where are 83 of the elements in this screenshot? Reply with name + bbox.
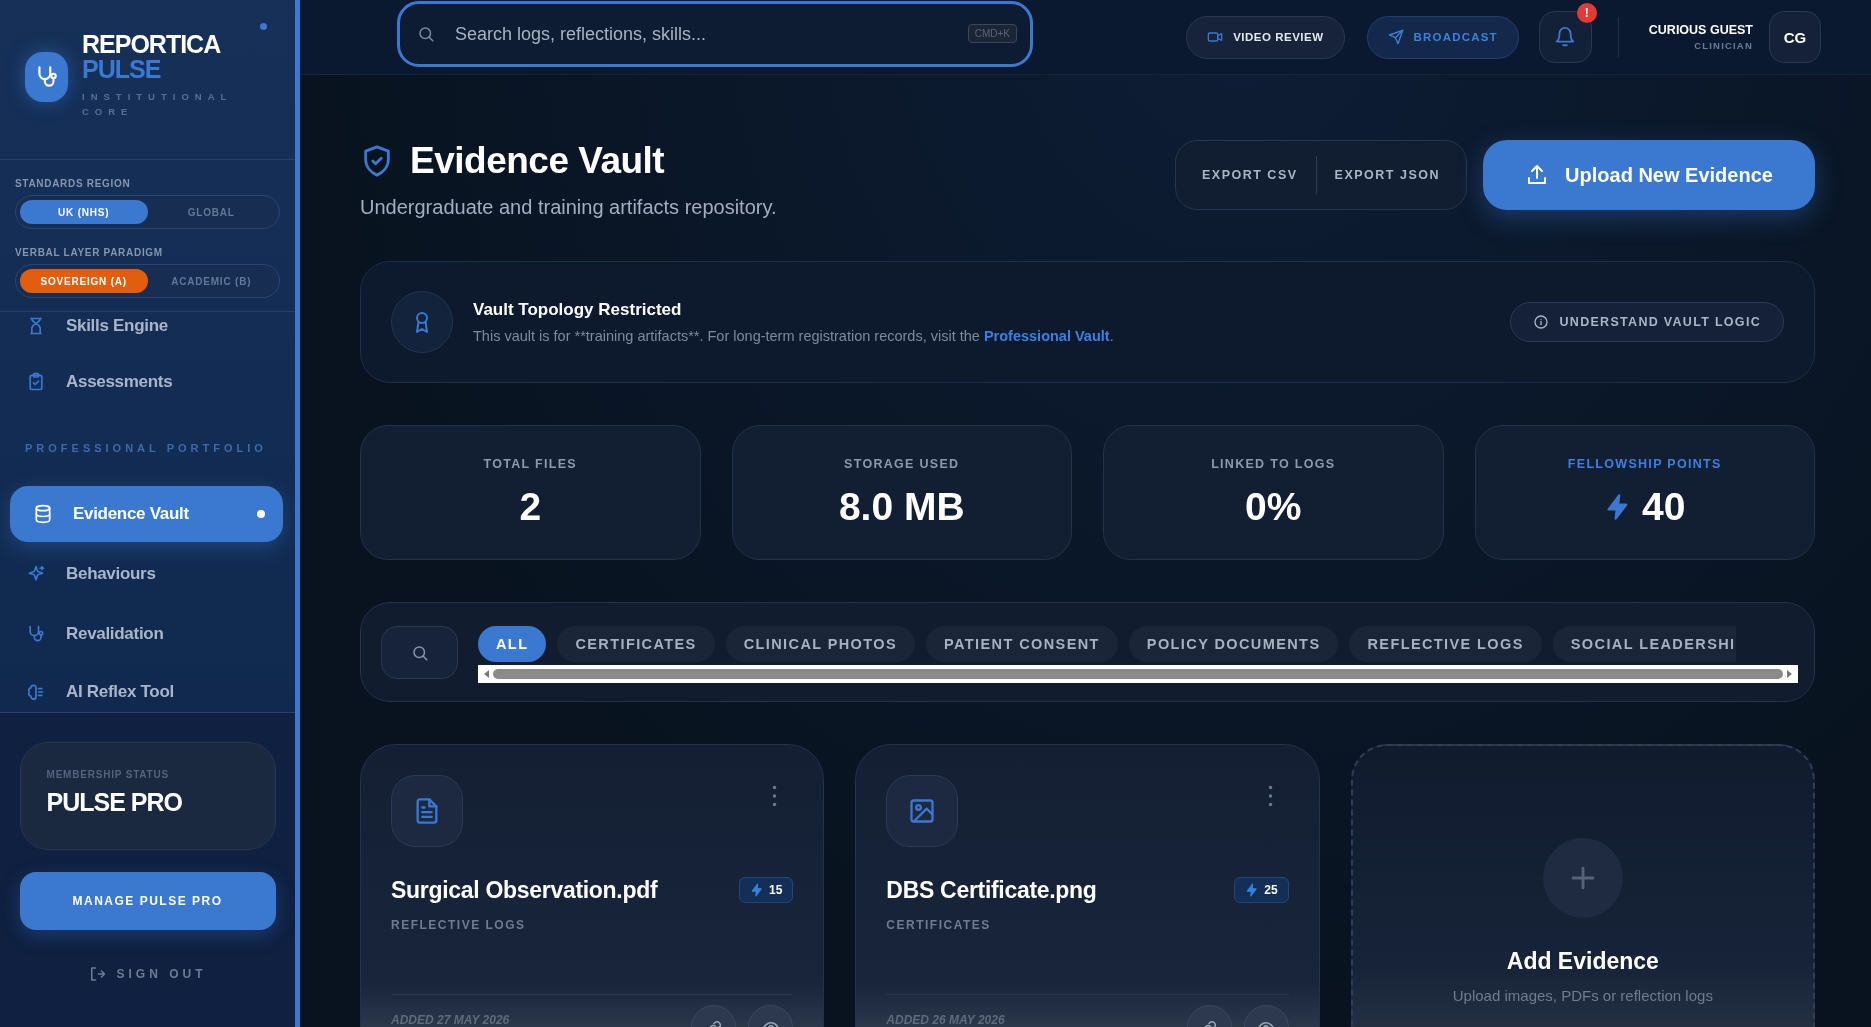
user-role: CLINICIAN xyxy=(1694,40,1753,51)
more-icon[interactable] xyxy=(772,785,778,807)
stat-label: FELLOWSHIP POINTS xyxy=(1567,456,1722,471)
nav-item[interactable]: Revalidation xyxy=(0,604,295,664)
file-category: CERTIFICATES xyxy=(886,918,992,932)
filter-chip[interactable]: POLICY DOCUMENTS xyxy=(1128,626,1339,662)
segment-option[interactable]: SOVEREIGN (A) xyxy=(20,269,148,293)
nav-item[interactable]: Behaviours xyxy=(0,544,295,604)
filter-chip[interactable]: REFLECTIVE LOGS xyxy=(1349,626,1542,662)
stat-value: 0% xyxy=(1245,484,1302,529)
stat-label: STORAGE USED xyxy=(844,456,960,471)
added-date: ADDED 27 MAY 2026 xyxy=(391,1013,510,1027)
bell-icon xyxy=(1554,26,1577,48)
lightning-icon xyxy=(749,883,764,897)
nav-item[interactable]: Skills Engine xyxy=(0,312,295,352)
points-badge: 15 xyxy=(738,877,794,903)
vault-logic-button[interactable]: UNDERSTAND VAULT LOGIC xyxy=(1510,302,1784,342)
nav-item[interactable]: Assessments xyxy=(0,352,295,412)
evidence-card[interactable]: DBS Certificate.png 25 CERTIFICATES ADDED 26 MAY 2026 xyxy=(855,744,1320,1027)
stat-value: 8.0 MB xyxy=(838,484,965,529)
video-review-button[interactable]: VIDEO REVIEW xyxy=(1186,15,1345,59)
sign-out-icon xyxy=(88,965,107,983)
brand-accent: PULSE xyxy=(82,57,162,82)
notifications-button[interactable] xyxy=(1538,11,1592,63)
send-icon xyxy=(1387,29,1404,45)
brand-name: REPORTICA xyxy=(82,32,222,57)
export-button[interactable]: EXPORT CSV xyxy=(1184,155,1316,195)
brand-tagline: INSTITUTIONAL CORE xyxy=(82,90,232,119)
upload-button[interactable]: Upload New Evidence xyxy=(1483,140,1815,210)
added-date: ADDED 26 MAY 2026 xyxy=(886,1013,1005,1027)
stat-label: LINKED TO LOGS xyxy=(1211,456,1336,471)
filter-chip[interactable]: ALL xyxy=(478,626,547,662)
stat-value: 2 xyxy=(519,484,542,529)
search-icon xyxy=(410,643,429,662)
nav-item[interactable]: Evidence Vault xyxy=(10,486,283,542)
toggle-label: VERBAL LAYER PARADIGM xyxy=(15,247,164,258)
add-evidence-title: Add Evidence xyxy=(1506,948,1659,975)
active-dot xyxy=(257,510,265,518)
scrollbar[interactable] xyxy=(478,665,1798,683)
export-button[interactable]: EXPORT JSON xyxy=(1316,155,1458,195)
stethoscope-icon xyxy=(26,624,46,644)
notice-title: Vault Topology Restricted xyxy=(473,300,683,320)
stat-value: 40 xyxy=(1642,484,1686,529)
nav-item[interactable]: AI Reflex Tool xyxy=(0,664,295,706)
sparkle-icon xyxy=(26,564,46,584)
filter-chip[interactable]: PATIENT CONSENT xyxy=(926,626,1118,662)
more-icon[interactable] xyxy=(1267,785,1273,807)
file-name: DBS Certificate.png xyxy=(886,877,1097,904)
page-title: Evidence Vault xyxy=(410,140,665,182)
toggle-label: STANDARDS REGION xyxy=(15,178,132,189)
database-icon xyxy=(33,504,53,524)
membership-label: MEMBERSHIP STATUS xyxy=(46,769,170,780)
file-category: REFLECTIVE LOGS xyxy=(391,918,527,932)
info-icon xyxy=(1533,314,1550,330)
sign-out-button[interactable]: SIGN OUT xyxy=(82,964,213,984)
add-evidence-card[interactable]: Add Evidence Upload images, PDFs or reflection logs xyxy=(1350,744,1815,1027)
filter-chip[interactable]: SOCIAL LEADERSHI xyxy=(1552,626,1736,662)
shortcut-hint: CMD+K xyxy=(967,24,1017,43)
filter-chip[interactable]: CERTIFICATES xyxy=(557,626,715,662)
evidence-card[interactable]: Surgical Observation.pdf 15 REFLECTIVE LOGS ADDED 27 MAY 2026 xyxy=(360,744,825,1027)
status-dot xyxy=(260,23,267,30)
filter-chip[interactable]: CLINICAL PHOTOS xyxy=(725,626,916,662)
section-label: PROFESSIONAL PORTFOLIO xyxy=(24,441,268,456)
lightning-icon xyxy=(1245,883,1260,897)
stat-label: TOTAL FILES xyxy=(483,456,577,471)
segment-option[interactable]: UK (NHS) xyxy=(20,200,148,224)
professional-vault-link[interactable]: Professional Vault xyxy=(983,328,1110,344)
notification-badge: ! xyxy=(1576,3,1597,23)
points-badge: 25 xyxy=(1234,877,1289,903)
user-avatar[interactable]: CG xyxy=(1769,11,1821,63)
membership-plan: PULSE PRO xyxy=(46,788,182,817)
image-icon xyxy=(908,797,937,825)
add-evidence-hint: Upload images, PDFs or reflection logs xyxy=(1452,987,1713,1004)
manage-button[interactable]: MANAGE PULSE PRO xyxy=(19,872,276,930)
notice-text: This vault is for **training artifacts**. For long-term registration records, visit the Professional Vault. xyxy=(473,328,1115,344)
video-camera-icon xyxy=(1207,29,1224,45)
page-subtitle: Undergraduate and training artifacts repository. xyxy=(360,196,777,219)
clipboard-icon xyxy=(26,372,46,392)
file-name: Surgical Observation.pdf xyxy=(391,877,658,904)
search-icon xyxy=(417,25,435,43)
brain-icon xyxy=(26,682,46,702)
user-name: CURIOUS GUEST xyxy=(1648,23,1753,37)
broadcast-button[interactable]: BROADCAST xyxy=(1366,15,1519,59)
